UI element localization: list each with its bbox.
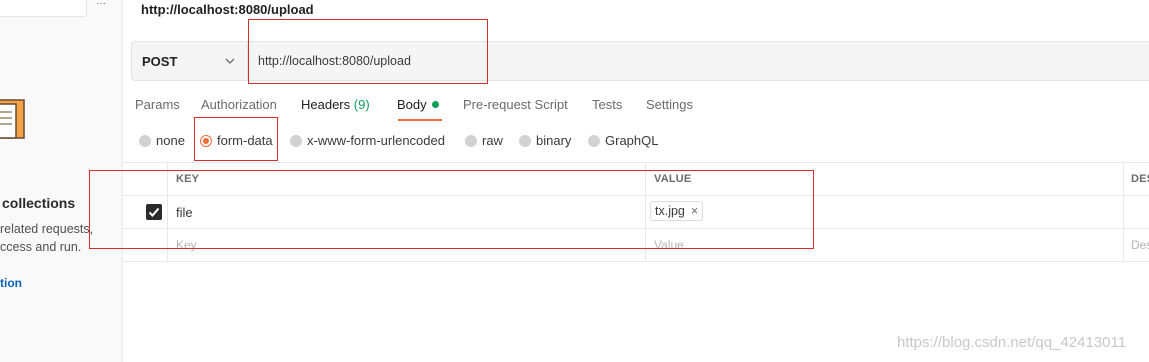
radio-binary[interactable]: binary bbox=[519, 133, 571, 148]
sidebar-search-input[interactable] bbox=[0, 0, 87, 17]
annotation-box-url bbox=[248, 19, 488, 84]
collections-title: collections bbox=[2, 195, 76, 211]
tab-authorization[interactable]: Authorization bbox=[201, 97, 277, 112]
tab-tests[interactable]: Tests bbox=[592, 97, 622, 112]
radio-none-label: none bbox=[156, 133, 185, 148]
annotation-box-form-data bbox=[194, 117, 278, 161]
body-indicator-dot bbox=[431, 101, 439, 108]
radio-none[interactable]: none bbox=[139, 133, 185, 148]
new-description-input[interactable]: Des bbox=[1131, 238, 1149, 252]
radio-circle-icon bbox=[290, 135, 302, 147]
radio-raw-label: raw bbox=[482, 133, 503, 148]
radio-raw[interactable]: raw bbox=[465, 133, 503, 148]
more-options-icon[interactable]: ··· bbox=[96, 0, 106, 9]
tab-headers[interactable]: Headers (9) bbox=[301, 97, 370, 112]
headers-count: (9) bbox=[353, 97, 370, 112]
annotation-box-table bbox=[89, 170, 814, 249]
active-tab-underline bbox=[398, 119, 442, 121]
radio-urlencoded-label: x-www-form-urlencoded bbox=[307, 133, 445, 148]
radio-graphql[interactable]: GraphQL bbox=[588, 133, 658, 148]
collections-description-line1: related requests, bbox=[0, 222, 94, 236]
tab-params[interactable]: Params bbox=[135, 97, 180, 112]
request-tab-title[interactable]: http://localhost:8080/upload bbox=[141, 2, 314, 17]
collections-description-line2: ccess and run. bbox=[0, 240, 82, 254]
radio-x-www-form-urlencoded[interactable]: x-www-form-urlencoded bbox=[290, 133, 445, 148]
tab-pre-request-script[interactable]: Pre-request Script bbox=[463, 97, 568, 112]
description-column-header: DES bbox=[1131, 173, 1149, 185]
tab-body-label: Body bbox=[397, 97, 427, 112]
radio-circle-icon bbox=[139, 135, 151, 147]
method-select[interactable]: POST bbox=[132, 42, 248, 80]
radio-circle-icon bbox=[519, 135, 531, 147]
tab-settings[interactable]: Settings bbox=[646, 97, 693, 112]
radio-binary-label: binary bbox=[536, 133, 572, 148]
create-collection-link[interactable]: tion bbox=[0, 276, 22, 290]
method-label: POST bbox=[142, 54, 178, 69]
chevron-down-icon bbox=[225, 58, 235, 64]
radio-circle-icon bbox=[588, 135, 600, 147]
radio-circle-icon bbox=[465, 135, 477, 147]
watermark: https://blog.csdn.net/qq_42413011 bbox=[897, 334, 1127, 351]
collection-illustration-icon bbox=[0, 99, 25, 139]
radio-graphql-label: GraphQL bbox=[605, 133, 659, 148]
app-window: ··· collections related requests, ccess … bbox=[0, 0, 1149, 362]
tab-body[interactable]: Body bbox=[397, 97, 439, 112]
tab-headers-label: Headers bbox=[301, 97, 351, 112]
